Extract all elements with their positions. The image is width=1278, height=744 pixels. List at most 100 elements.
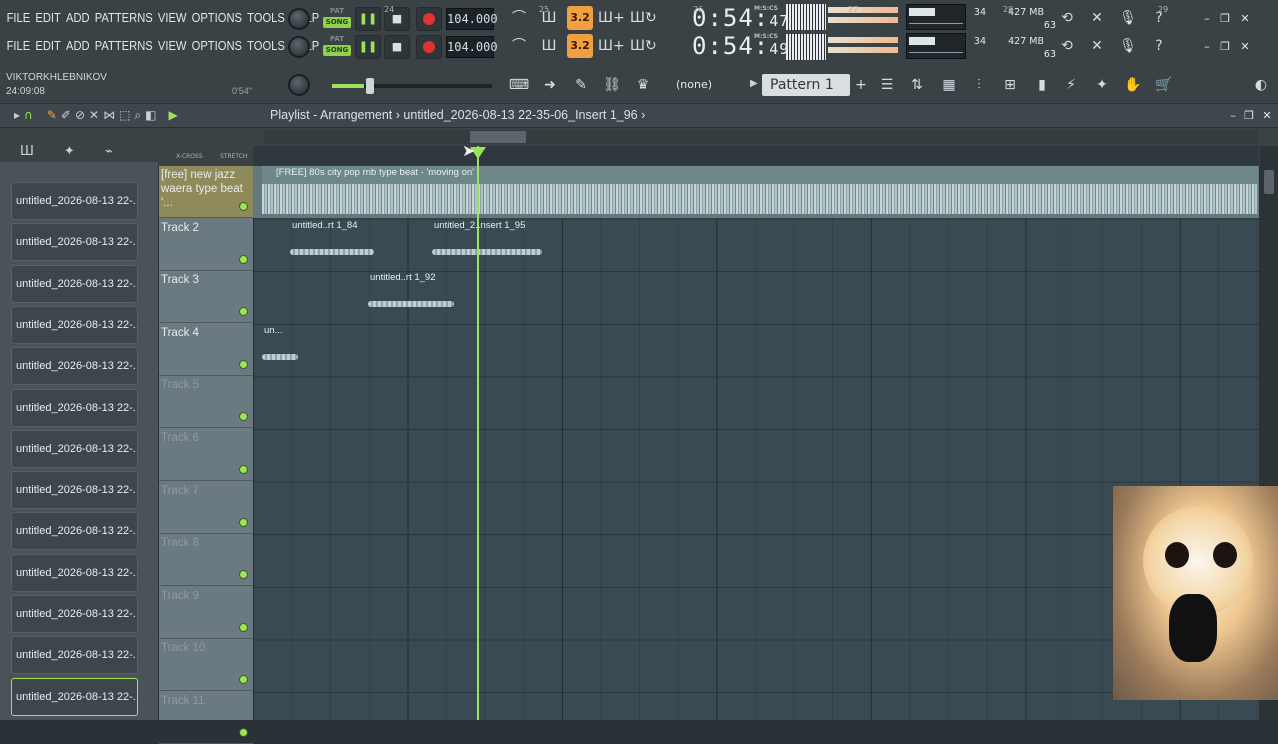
pat-song-switch[interactable]: PAT SONG: [323, 34, 351, 58]
menu-tools[interactable]: TOOLS: [245, 10, 288, 25]
record-button[interactable]: [416, 35, 442, 59]
menu-file[interactable]: FILE: [4, 38, 33, 53]
metronome-icon[interactable]: ⌒: [506, 6, 532, 30]
metronome-icon[interactable]: ⌒: [506, 34, 532, 58]
track-header[interactable]: Track 6: [159, 429, 253, 481]
track-mute-led-icon[interactable]: [239, 412, 248, 422]
menu-patterns[interactable]: PATTERNS: [92, 38, 155, 53]
play-pause-button[interactable]: ❚❚: [355, 35, 381, 59]
menu-file[interactable]: FILE: [4, 10, 33, 25]
track-header[interactable]: Track 3: [159, 271, 253, 324]
track-mute-led-icon[interactable]: [239, 570, 248, 580]
pattern-clip[interactable]: un...: [262, 324, 298, 372]
hand-icon[interactable]: ✋: [1120, 73, 1146, 97]
track-header[interactable]: Track 11: [159, 692, 253, 744]
menu-tools[interactable]: TOOLS: [245, 38, 288, 53]
browser-item[interactable]: untitled_2026-08-13 22-...: [11, 182, 138, 220]
menu-edit[interactable]: EDIT: [33, 38, 64, 53]
pattern-prev-arrow[interactable]: ▶: [750, 78, 758, 89]
master-volume-knob[interactable]: [288, 8, 310, 30]
tempo-display[interactable]: 104.000: [446, 36, 498, 58]
snap-step-button[interactable]: 3.2: [567, 6, 593, 30]
magnet-icon[interactable]: ∩: [24, 108, 33, 123]
pattern-clip[interactable]: untitled..rt 1_92: [368, 271, 454, 319]
minimize-icon[interactable]: –: [1198, 38, 1216, 56]
touch-keyboard-icon[interactable]: ✦: [1089, 73, 1115, 97]
track-mute-led-icon[interactable]: [239, 359, 248, 369]
loop-record-icon[interactable]: Ш↻: [630, 34, 657, 58]
select-icon[interactable]: ⬚: [119, 108, 130, 123]
tempo-display[interactable]: 104.000: [446, 8, 498, 30]
master-volume-knob[interactable]: [288, 36, 310, 58]
track-mute-led-icon[interactable]: [239, 202, 248, 211]
play-pause-button[interactable]: ❚❚: [355, 7, 381, 31]
browser-item[interactable]: untitled_2026-08-13 22-...: [11, 471, 138, 510]
maximize-icon[interactable]: ❐: [1216, 10, 1234, 28]
add-pattern-icon[interactable]: +: [848, 73, 874, 97]
browser-item[interactable]: untitled_2026-08-13 22-...: [11, 636, 138, 675]
mixer-icon[interactable]: ▦: [936, 73, 962, 97]
pattern-clip[interactable]: untitled_2..nsert 1_95: [432, 219, 542, 267]
none-selector[interactable]: (none): [676, 78, 712, 91]
browser-item[interactable]: untitled_2026-08-13 22-...: [11, 429, 138, 468]
track-header[interactable]: [free] new jazz waera type beat '...: [159, 166, 253, 218]
snap-step-button[interactable]: 3.2: [567, 34, 593, 58]
link-icon[interactable]: ⛓: [599, 73, 625, 97]
master-pitch-knob[interactable]: [288, 74, 310, 96]
track-mute-led-icon[interactable]: [239, 728, 248, 737]
arrow-right-icon[interactable]: ▸: [14, 108, 20, 123]
track-mute-led-icon[interactable]: [239, 675, 248, 685]
project-name[interactable]: untitled_2026-08-13 22-35-06_Insert 1_96: [403, 108, 637, 122]
piano-roll-icon[interactable]: ⌨: [506, 73, 532, 97]
track-mute-led-icon[interactable]: [239, 465, 248, 474]
track-mute-led-icon[interactable]: [239, 254, 248, 264]
help-icon[interactable]: ?: [1146, 34, 1172, 58]
timeline-ruler[interactable]: [253, 146, 1259, 166]
close-icon[interactable]: ✕: [1236, 10, 1254, 28]
playhead[interactable]: [477, 146, 479, 720]
menu-add[interactable]: ADD: [63, 10, 92, 25]
stop-button[interactable]: ■: [384, 35, 410, 59]
loop-record-icon[interactable]: Ш↻: [630, 6, 657, 30]
browser-item[interactable]: untitled_2026-08-13 22-...: [11, 512, 138, 551]
slice-icon[interactable]: ⋈: [103, 108, 115, 123]
undo-history-icon[interactable]: ⟲: [1054, 6, 1080, 30]
browser-waveform-icon[interactable]: Ш: [20, 144, 34, 159]
menu-edit[interactable]: EDIT: [33, 10, 64, 25]
menu-options[interactable]: OPTIONS: [189, 10, 244, 25]
track-mute-led-icon[interactable]: [239, 307, 248, 317]
maximize-icon[interactable]: ❐: [1216, 38, 1234, 56]
close-icon[interactable]: ✕: [1258, 107, 1276, 125]
audio-clip[interactable]: [FREE] 80s city pop rnb type beat - 'mov…: [262, 166, 1258, 214]
pattern-clip[interactable]: untitled..rt 1_84: [290, 219, 374, 267]
blend-notes-icon[interactable]: Ш+: [598, 34, 625, 58]
arrow-right-icon[interactable]: ➜: [537, 73, 563, 97]
cart-icon[interactable]: 🛒: [1151, 73, 1177, 97]
playback-icon[interactable]: ◧: [145, 108, 156, 123]
globe-icon[interactable]: ◐: [1248, 73, 1274, 97]
browser-link-icon[interactable]: ⌁: [105, 144, 113, 159]
playlist-title[interactable]: Playlist - Arrangement: [270, 108, 392, 122]
pattern-selector[interactable]: Pattern 1: [762, 74, 850, 96]
microphone-icon[interactable]: 🎙: [1115, 6, 1141, 30]
pencil-icon[interactable]: ✎: [47, 108, 57, 123]
zoom-icon[interactable]: ⌕: [134, 108, 141, 123]
overview-scrollbar[interactable]: [264, 130, 1258, 144]
track-header[interactable]: Track 2: [159, 219, 253, 271]
playlist-icon[interactable]: ☰: [874, 73, 900, 97]
play-icon[interactable]: ▶: [169, 108, 178, 123]
browser-item[interactable]: untitled_2026-08-13 22-...: [11, 223, 138, 262]
mute-icon[interactable]: ✕: [89, 108, 99, 123]
maximize-icon[interactable]: ❐: [1240, 107, 1258, 125]
tools-cross-icon[interactable]: ✕: [1084, 34, 1110, 58]
master-volume-slider[interactable]: [332, 78, 492, 94]
plugin-icon[interactable]: ⚡: [1058, 73, 1084, 97]
browser-item[interactable]: untitled_2026-08-13 22-...: [11, 388, 138, 427]
menu-add[interactable]: ADD: [63, 38, 92, 53]
mixer-faders-icon[interactable]: ⫶: [966, 73, 992, 97]
track-header[interactable]: Track 5: [159, 376, 253, 429]
channel-rack-icon[interactable]: ⇅: [904, 73, 930, 97]
record-button[interactable]: [416, 7, 442, 31]
menu-patterns[interactable]: PATTERNS: [92, 10, 155, 25]
browser-item[interactable]: untitled_2026-08-13 22-...: [11, 553, 138, 592]
